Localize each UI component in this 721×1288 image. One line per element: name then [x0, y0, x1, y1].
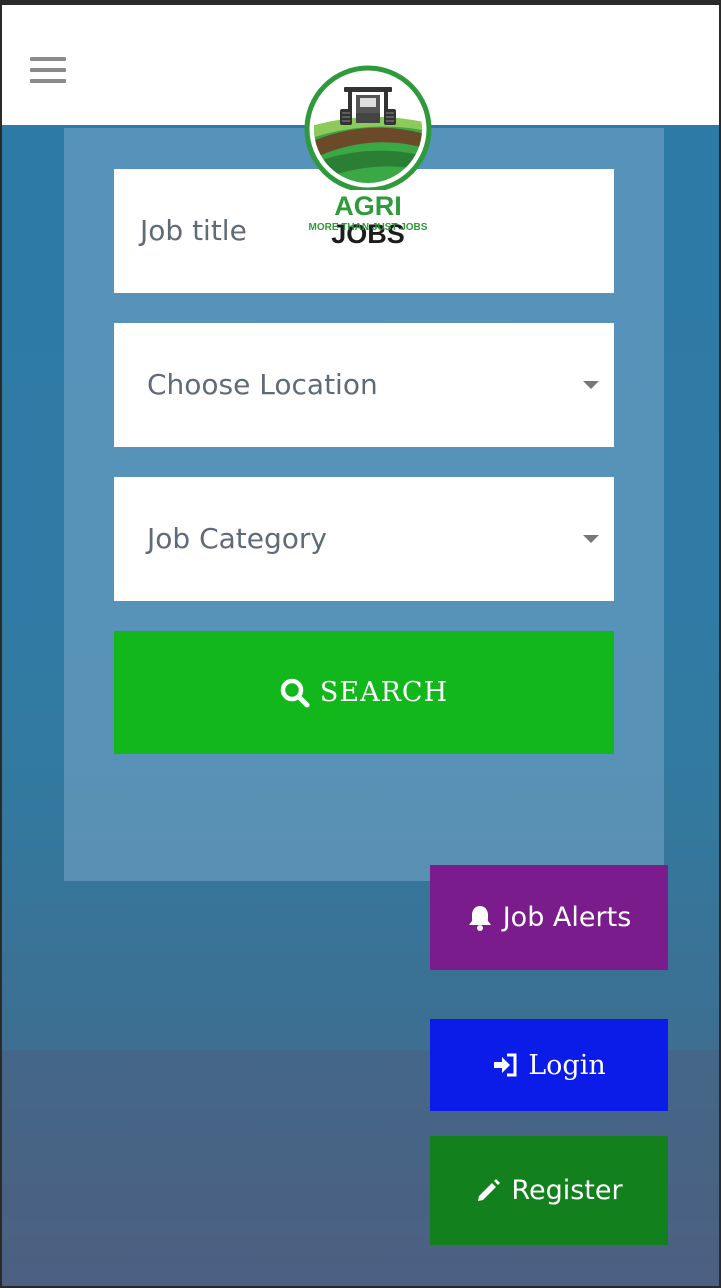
category-selected-value: Job Category: [147, 522, 327, 555]
location-select[interactable]: Choose Location: [114, 323, 614, 447]
chevron-down-icon: [583, 381, 599, 389]
app-frame: AGRI JOBS MORE THAN JUST JOBS Job title …: [0, 0, 721, 1288]
search-icon: [280, 678, 310, 707]
hamburger-menu-icon[interactable]: [30, 57, 66, 87]
tractor-field-emblem-icon: [304, 65, 432, 193]
job-alerts-button[interactable]: Job Alerts: [430, 865, 668, 970]
agri-jobs-logo[interactable]: AGRI JOBS MORE THAN JUST JOBS: [298, 65, 438, 248]
logo-tagline: MORE THAN JUST JOBS: [308, 222, 428, 233]
login-button[interactable]: Login: [430, 1019, 668, 1111]
chevron-down-icon: [583, 535, 599, 543]
login-label: Login: [528, 1049, 606, 1081]
sign-in-icon: [494, 1053, 517, 1077]
job-alerts-label: Job Alerts: [502, 902, 632, 933]
register-button[interactable]: Register: [430, 1136, 668, 1245]
search-button[interactable]: SEARCH: [114, 631, 614, 754]
register-label: Register: [511, 1175, 623, 1206]
job-title-placeholder: Job title: [140, 214, 247, 247]
job-category-select[interactable]: Job Category: [114, 477, 614, 601]
pencil-icon: [478, 1178, 501, 1201]
location-selected-value: Choose Location: [147, 368, 378, 401]
bell-icon: [468, 905, 491, 931]
logo-word-agri: AGRI: [334, 191, 402, 221]
search-button-label: SEARCH: [319, 677, 449, 708]
logo-wordmark: AGRI JOBS: [298, 192, 438, 248]
